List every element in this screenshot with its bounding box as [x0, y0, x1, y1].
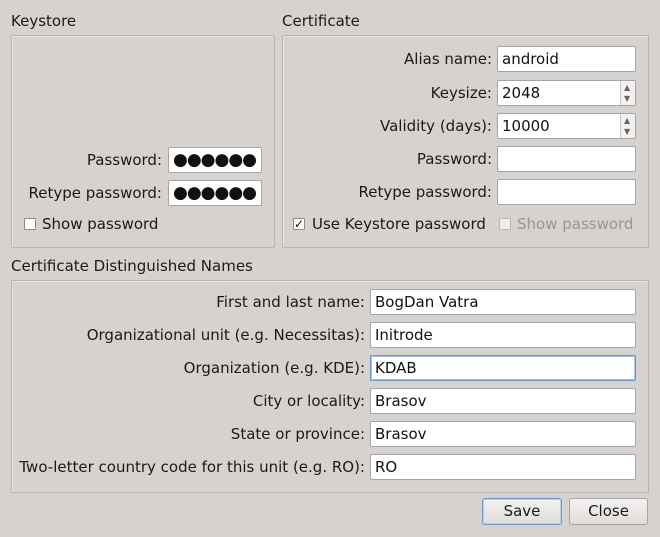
- keystore-group-title: Keystore: [11, 12, 77, 30]
- first-last-name-field[interactable]: BogDan Vatra: [370, 289, 636, 315]
- organizational-unit-label: Organizational unit (e.g. Necessitas):: [86, 326, 365, 344]
- certificate-password-label: Password:: [416, 150, 492, 168]
- state-label: State or province:: [230, 425, 365, 443]
- spin-down-icon[interactable]: ▼: [624, 128, 630, 136]
- dn-group-title: Certificate Distinguished Names: [11, 257, 253, 275]
- keystore-show-password-label[interactable]: Show password: [42, 215, 158, 233]
- use-keystore-password-label[interactable]: Use Keystore password: [312, 215, 486, 233]
- validity-spin-buttons[interactable]: ▲ ▼: [620, 114, 635, 138]
- keystore-password-label: Password:: [86, 151, 162, 169]
- city-label: City or locality:: [252, 392, 365, 410]
- spin-down-icon[interactable]: ▼: [624, 95, 630, 103]
- keysize-spin-buttons[interactable]: ▲ ▼: [620, 81, 635, 105]
- save-button[interactable]: Save: [482, 498, 562, 525]
- organizational-unit-field[interactable]: Initrode: [370, 322, 636, 348]
- keystore-retype-field[interactable]: ●●●●●●: [168, 180, 262, 206]
- use-keystore-password-checkbox[interactable]: ✓: [293, 218, 305, 230]
- validity-spinbox[interactable]: 10000 ▲ ▼: [497, 113, 636, 139]
- city-field[interactable]: Brasov: [370, 388, 636, 414]
- keystore-password-field[interactable]: ●●●●●●: [168, 147, 262, 173]
- alias-name-field[interactable]: android: [497, 46, 636, 72]
- country-code-label: Two-letter country code for this unit (e…: [19, 458, 365, 476]
- alias-name-label: Alias name:: [404, 50, 492, 68]
- certificate-group-title: Certificate: [282, 12, 360, 30]
- spin-up-icon[interactable]: ▲: [624, 84, 630, 92]
- certificate-retype-field[interactable]: [497, 179, 636, 205]
- validity-label: Validity (days):: [379, 117, 492, 135]
- close-button[interactable]: Close: [569, 498, 648, 525]
- country-code-field[interactable]: RO: [370, 454, 636, 480]
- keystore-show-password-checkbox[interactable]: [24, 218, 36, 230]
- certificate-retype-label: Retype password:: [358, 183, 492, 201]
- organization-label: Organization (e.g. KDE):: [183, 359, 365, 377]
- state-field[interactable]: Brasov: [370, 421, 636, 447]
- organization-field[interactable]: KDAB: [370, 355, 636, 381]
- keysize-value: 2048: [502, 84, 541, 102]
- spin-up-icon[interactable]: ▲: [624, 117, 630, 125]
- validity-value: 10000: [502, 117, 550, 135]
- first-last-name-label: First and last name:: [216, 293, 365, 311]
- certificate-password-field[interactable]: [497, 146, 636, 172]
- certificate-show-password-label: Show password: [517, 215, 634, 233]
- keysize-label: Keysize:: [430, 84, 492, 102]
- keysize-spinbox[interactable]: 2048 ▲ ▼: [497, 80, 636, 106]
- keystore-retype-label: Retype password:: [28, 184, 162, 202]
- certificate-show-password-checkbox: [499, 218, 511, 230]
